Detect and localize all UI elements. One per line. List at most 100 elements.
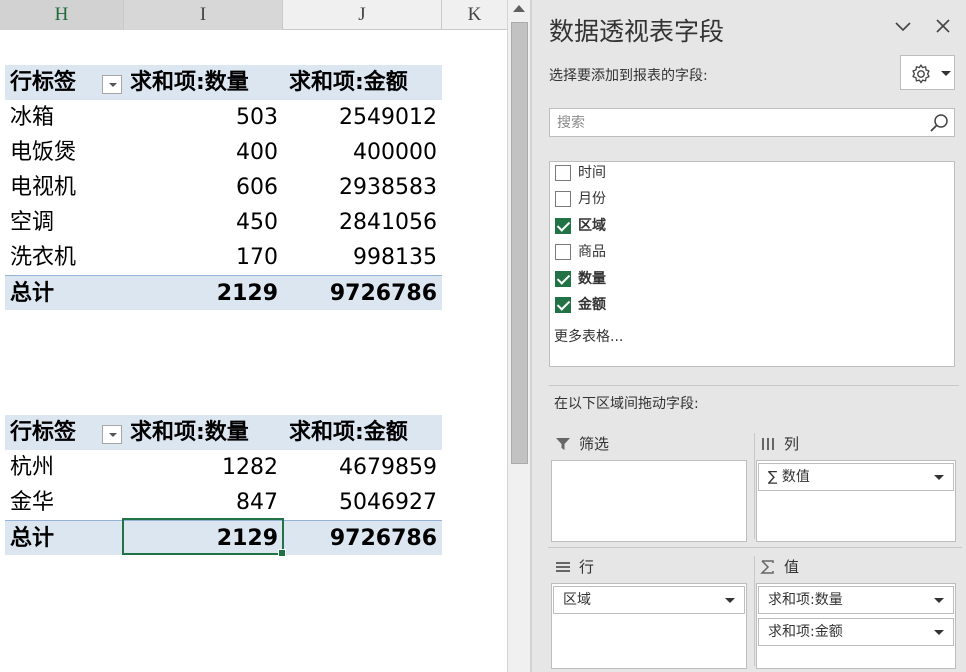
row-label: 金华	[10, 490, 55, 515]
table-row[interactable]: 杭州 1282 4679859	[5, 450, 442, 485]
sum-quantity-header: 求和项:数量	[130, 70, 249, 95]
field-list: 时间 月份 区域 商品 数量 金额 更多表格...	[549, 161, 955, 367]
rows-area[interactable]: 行 区域	[551, 554, 747, 670]
amount-cell: 2938583	[339, 175, 437, 200]
area-divider	[754, 556, 755, 666]
chip-label: 求和项:金额	[768, 624, 843, 640]
table-row[interactable]: 空调 450 2841056	[5, 205, 442, 240]
scroll-up-arrow-icon[interactable]	[513, 5, 525, 12]
chevron-down-icon[interactable]	[934, 630, 944, 635]
field-checkbox-checked[interactable]	[555, 297, 571, 313]
pivot-header-row: 行标签 求和项:数量 求和项:金额	[5, 415, 442, 450]
field-checkbox-checked[interactable]	[555, 218, 571, 234]
columns-area-title: 列	[784, 435, 800, 453]
gear-icon	[912, 64, 930, 84]
chip-label: 区域	[563, 592, 591, 608]
more-tables-link[interactable]: 更多表格...	[554, 326, 623, 346]
columns-drop-zone[interactable]: ∑ 数值	[756, 460, 956, 542]
columns-area[interactable]: 列 ∑ 数值	[756, 431, 956, 543]
values-area[interactable]: 值 求和项:数量 求和项:金额	[756, 554, 956, 670]
amount-cell: 5046927	[339, 490, 437, 515]
column-field-chip-values[interactable]: ∑ 数值	[758, 463, 954, 491]
field-label: 时间	[578, 165, 606, 181]
row-labels-filter-button[interactable]	[102, 75, 122, 94]
values-drop-zone[interactable]: 求和项:数量 求和项:金额	[756, 583, 956, 669]
pane-title: 数据透视表字段	[549, 17, 725, 46]
search-icon[interactable]	[929, 113, 949, 133]
area-divider	[754, 433, 755, 539]
quantity-cell: 606	[236, 175, 278, 200]
caret-down-icon	[941, 71, 951, 76]
field-checkbox[interactable]	[555, 165, 571, 181]
amount-cell: 2841056	[339, 210, 437, 235]
quantity-cell: 503	[236, 105, 278, 130]
area-divider	[548, 547, 962, 548]
row-label: 洗衣机	[10, 245, 77, 270]
table-row[interactable]: 电视机 606 2938583	[5, 170, 442, 205]
column-header-h[interactable]: H	[0, 0, 124, 30]
field-checkbox[interactable]	[555, 191, 571, 207]
row-field-chip-region[interactable]: 区域	[553, 586, 745, 614]
filters-drop-zone[interactable]	[551, 460, 747, 542]
column-header-k[interactable]: K	[442, 0, 507, 30]
scrollbar-thumb[interactable]	[511, 22, 528, 464]
column-headers: H I J K	[0, 0, 507, 30]
sum-amount-header: 求和项:金额	[289, 70, 408, 95]
field-label: 月份	[578, 191, 606, 207]
amount-cell: 400000	[353, 140, 437, 165]
drag-fields-label: 在以下区域间拖动字段:	[554, 396, 699, 412]
table-row[interactable]: 冰箱 503 2549012	[5, 100, 442, 135]
chevron-down-icon[interactable]	[934, 475, 944, 480]
field-checkbox-checked[interactable]	[555, 271, 571, 287]
quantity-cell: 170	[236, 245, 278, 270]
field-checkbox[interactable]	[555, 244, 571, 260]
columns-icon	[762, 438, 774, 450]
chevron-down-icon[interactable]	[894, 18, 912, 36]
amount-cell: 998135	[353, 245, 437, 270]
row-labels-header: 行标签	[10, 70, 77, 95]
grand-total-label: 总计	[10, 526, 55, 551]
filters-area-title: 筛选	[579, 435, 610, 453]
choose-fields-label: 选择要添加到报表的字段:	[549, 68, 708, 84]
rows-icon	[556, 562, 570, 572]
sum-amount-header: 求和项:金额	[289, 420, 408, 445]
chevron-down-icon[interactable]	[934, 598, 944, 603]
chip-label: ∑ 数值	[768, 469, 810, 485]
quantity-cell: 1282	[222, 455, 278, 480]
tools-button[interactable]	[900, 55, 955, 90]
quantity-cell: 847	[236, 490, 278, 515]
amount-cell: 2549012	[339, 105, 437, 130]
sum-quantity-header: 求和项:数量	[130, 420, 249, 445]
row-label: 空调	[10, 210, 55, 235]
total-quantity-cell: 2129	[216, 281, 278, 306]
field-search-box[interactable]	[549, 108, 955, 137]
table-row[interactable]: 洗衣机 170 998135	[5, 240, 442, 275]
row-labels-header: 行标签	[10, 420, 77, 445]
filters-area[interactable]: 筛选	[551, 431, 747, 543]
value-field-chip-sum-amount[interactable]: 求和项:金额	[758, 618, 954, 646]
quantity-cell: 400	[236, 140, 278, 165]
search-input[interactable]	[550, 109, 920, 136]
values-area-title: 值	[784, 558, 800, 576]
rows-drop-zone[interactable]: 区域	[551, 583, 747, 669]
active-cell-selection[interactable]	[122, 518, 286, 557]
chevron-down-icon[interactable]	[725, 598, 735, 603]
grand-total-row[interactable]: 总计 2129 9726786	[5, 275, 442, 310]
section-divider	[549, 385, 959, 386]
row-label: 电视机	[10, 175, 77, 200]
row-label: 电饭煲	[10, 140, 77, 165]
column-header-i[interactable]: I	[124, 0, 283, 30]
close-icon[interactable]	[934, 17, 952, 35]
amount-cell: 4679859	[339, 455, 437, 480]
table-row[interactable]: 金华 847 5046927	[5, 485, 442, 520]
quantity-cell: 450	[236, 210, 278, 235]
total-amount-cell: 9726786	[329, 281, 437, 306]
value-field-chip-sum-quantity[interactable]: 求和项:数量	[758, 586, 954, 614]
vertical-scrollbar[interactable]	[507, 0, 531, 672]
total-amount-cell: 9726786	[329, 526, 437, 551]
table-row[interactable]: 电饭煲 400 400000	[5, 135, 442, 170]
filter-icon	[556, 438, 570, 450]
row-labels-filter-button[interactable]	[102, 425, 122, 444]
worksheet[interactable]: H I J K 行标签 求和项:数量 求和项:金额 冰箱 503 2549012…	[0, 0, 507, 672]
column-header-j[interactable]: J	[283, 0, 442, 30]
